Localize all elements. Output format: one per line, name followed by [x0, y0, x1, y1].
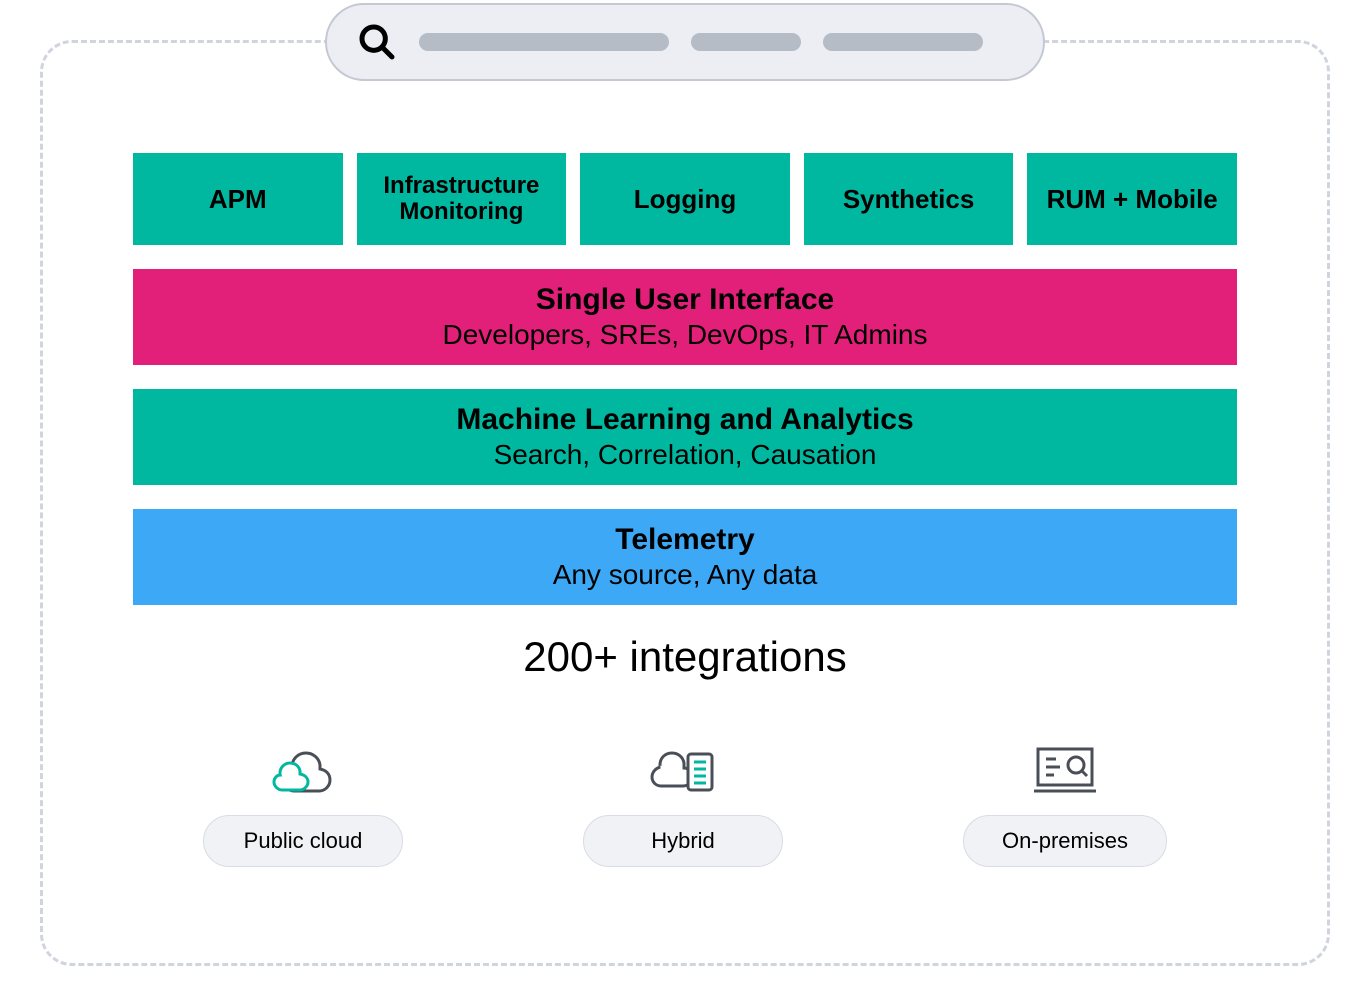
deployment-options-row: Public cloud Hybrid	[133, 741, 1237, 867]
search-icon	[357, 22, 397, 62]
tile-rum-mobile: RUM + Mobile	[1027, 153, 1237, 245]
deployment-label: On-premises	[963, 815, 1167, 867]
integrations-count-text: 200+ integrations	[523, 633, 846, 681]
tile-synthetics: Synthetics	[804, 153, 1014, 245]
deployment-label: Hybrid	[583, 815, 783, 867]
band-title: Telemetry	[153, 523, 1217, 557]
tile-logging: Logging	[580, 153, 790, 245]
band-machine-learning-analytics: Machine Learning and Analytics Search, C…	[133, 389, 1237, 485]
deployment-label: Public cloud	[203, 815, 403, 867]
search-placeholder-bar	[823, 33, 983, 51]
band-subtitle: Search, Correlation, Causation	[153, 439, 1217, 471]
band-title: Machine Learning and Analytics	[153, 403, 1217, 437]
band-subtitle: Developers, SREs, DevOps, IT Admins	[153, 319, 1217, 351]
search-bar[interactable]	[325, 3, 1045, 81]
band-subtitle: Any source, Any data	[153, 559, 1217, 591]
deployment-hybrid: Hybrid	[583, 741, 783, 867]
deployment-public-cloud: Public cloud	[203, 741, 403, 867]
product-tiles-row: APM Infrastructure Monitoring Logging Sy…	[133, 153, 1237, 245]
architecture-diagram-frame: APM Infrastructure Monitoring Logging Sy…	[40, 40, 1330, 966]
tile-infrastructure-monitoring: Infrastructure Monitoring	[357, 153, 567, 245]
tile-apm: APM	[133, 153, 343, 245]
hybrid-icon	[648, 741, 718, 797]
search-placeholder-bar	[691, 33, 801, 51]
cloud-icon	[268, 741, 338, 797]
band-telemetry: Telemetry Any source, Any data	[133, 509, 1237, 605]
search-placeholder-bar	[419, 33, 669, 51]
band-single-user-interface: Single User Interface Developers, SREs, …	[133, 269, 1237, 365]
onprem-icon	[1030, 741, 1100, 797]
band-title: Single User Interface	[153, 283, 1217, 317]
deployment-on-premises: On-premises	[963, 741, 1167, 867]
